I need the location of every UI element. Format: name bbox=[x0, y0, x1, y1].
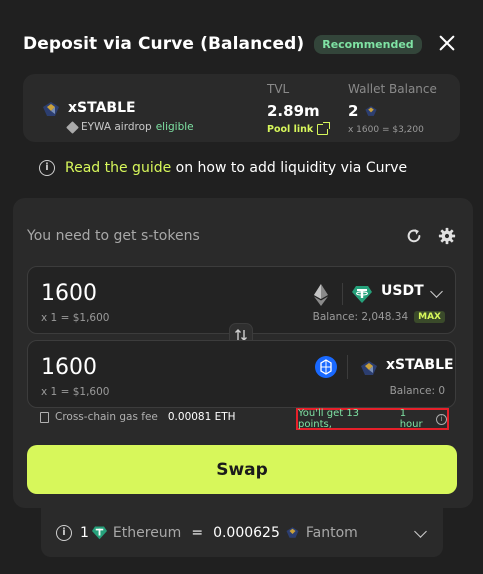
info-icon bbox=[56, 524, 72, 541]
airdrop-label: EYWA airdrop bbox=[81, 121, 152, 133]
read-guide-link[interactable]: Read the guide bbox=[65, 160, 171, 176]
xstable-small-icon bbox=[365, 106, 378, 116]
recommended-badge: Recommended bbox=[314, 34, 422, 54]
to-token-symbol: xSTABLE bbox=[386, 357, 454, 373]
from-amount-input[interactable]: 1600 bbox=[41, 281, 97, 306]
chevron-down-icon[interactable] bbox=[414, 525, 427, 538]
close-icon[interactable] bbox=[438, 34, 456, 52]
xstable-token-icon bbox=[43, 102, 59, 116]
divider bbox=[347, 355, 348, 379]
chevron-down-icon[interactable] bbox=[430, 285, 443, 298]
points-info: You'll get 13 points, 1 hour i bbox=[296, 408, 449, 430]
max-button[interactable]: MAX bbox=[414, 311, 445, 323]
rate-equals: = bbox=[191, 524, 204, 541]
deposit-modal: Deposit via Curve (Balanced) Recommended… bbox=[0, 0, 483, 574]
rate-left-amount: 1 bbox=[80, 524, 89, 541]
to-rate: x 1 = $1,600 bbox=[41, 386, 110, 398]
tvl-label: TVL bbox=[267, 82, 290, 96]
to-token-box: 1600 x 1 = $1,600 xSTABLE Balance: 0 bbox=[27, 340, 456, 408]
info-icon[interactable]: i bbox=[436, 413, 447, 425]
info-icon bbox=[39, 160, 55, 176]
divider bbox=[342, 283, 343, 305]
pool-card: xSTABLE EYWA airdrop eligible TVL 2.89m … bbox=[23, 74, 460, 142]
gas-fee-value: 0.00081 ETH bbox=[167, 411, 236, 423]
cube-icon bbox=[66, 120, 79, 134]
tether-icon bbox=[352, 286, 372, 303]
airdrop-info: EYWA airdrop eligible bbox=[66, 120, 194, 134]
airdrop-status: eligible bbox=[155, 121, 194, 133]
pool-link[interactable]: Pool link bbox=[267, 122, 331, 135]
fantom-icon bbox=[315, 356, 337, 378]
refresh-icon[interactable] bbox=[405, 227, 423, 245]
exchange-rate-bar[interactable]: 1 Ethereum = 0.000625 Fantom bbox=[41, 508, 443, 557]
rate-right-amount: 0.000625 bbox=[213, 524, 280, 541]
xstable-small-icon bbox=[286, 527, 299, 538]
to-balance-text: Balance: 0 bbox=[389, 385, 445, 397]
gas-fee-label: Cross-chain gas fee bbox=[55, 411, 158, 423]
xstable-token-icon bbox=[361, 361, 377, 375]
guide-text: on how to add liquidity via Curve bbox=[175, 160, 408, 176]
wallet-balance-usd: x 1600 = $3,200 bbox=[348, 125, 424, 135]
to-amount: 1600 bbox=[41, 355, 97, 380]
rate-right-chain: Fantom bbox=[305, 524, 358, 541]
points-text: You'll get 13 points, bbox=[298, 408, 360, 430]
external-link-icon bbox=[317, 122, 331, 135]
need-tokens-text: You need to get s-tokens bbox=[27, 228, 200, 244]
ethereum-icon bbox=[314, 284, 328, 306]
from-token-symbol[interactable]: USDT bbox=[381, 283, 424, 299]
from-balance: Balance: 2,048.34 MAX bbox=[313, 311, 445, 323]
gas-fee-row: Cross-chain gas fee 0.00081 ETH bbox=[40, 411, 236, 423]
wallet-balance-amount: 2 bbox=[348, 102, 359, 120]
from-balance-text: Balance: 2,048.34 bbox=[312, 311, 409, 323]
modal-header: Deposit via Curve (Balanced) Recommended bbox=[23, 30, 460, 58]
from-rate: x 1 = $1,600 bbox=[41, 312, 110, 324]
wallet-balance-value: 2 bbox=[348, 102, 378, 120]
guide-row: Read the guide on how to add liquidity v… bbox=[39, 160, 407, 176]
modal-title: Deposit via Curve (Balanced) bbox=[23, 34, 305, 54]
settings-gear-icon[interactable] bbox=[438, 227, 456, 245]
to-balance: Balance: 0 bbox=[390, 385, 445, 397]
points-time: 1 hour bbox=[399, 408, 423, 430]
swap-button[interactable]: Swap bbox=[27, 445, 457, 494]
rate-left-chain: Ethereum bbox=[112, 524, 182, 541]
pool-link-label: Pool link bbox=[267, 124, 314, 135]
tvl-value: 2.89m bbox=[267, 102, 320, 120]
pool-token-name: xSTABLE bbox=[68, 100, 136, 116]
tether-icon bbox=[91, 526, 107, 540]
wallet-balance-label: Wallet Balance bbox=[348, 82, 437, 96]
gas-pump-icon bbox=[40, 411, 49, 423]
